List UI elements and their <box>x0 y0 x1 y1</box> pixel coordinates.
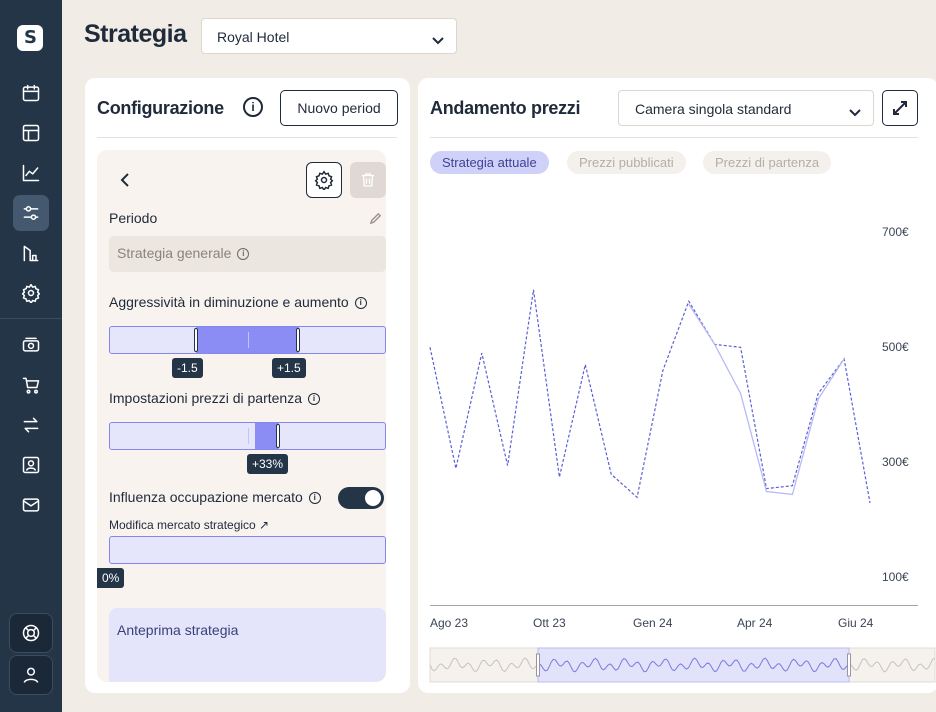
page-title: Strategia <box>84 20 187 48</box>
new-period-button[interactable]: Nuovo period <box>280 90 398 126</box>
slider-handle[interactable] <box>276 424 280 448</box>
slider-center-tick <box>248 332 249 348</box>
info-icon[interactable]: i <box>237 248 250 261</box>
aggressiveness-min-tag: -1.5 <box>172 358 203 378</box>
market-label: Influenza occupazione mercato i <box>109 489 321 505</box>
config-title: Configurazione <box>97 98 224 118</box>
slider-center-tick <box>248 428 249 444</box>
brush-handle-start[interactable] <box>536 653 540 677</box>
brush-handle-end[interactable] <box>847 653 851 677</box>
delete-button[interactable] <box>350 162 386 198</box>
chart-line-icon[interactable] <box>13 155 49 191</box>
info-icon[interactable]: i <box>308 393 320 406</box>
trash-icon <box>362 173 374 187</box>
lifebuoy-icon[interactable] <box>9 613 53 653</box>
cash-icon[interactable] <box>13 327 49 363</box>
strategy-field-value: Strategia generale <box>117 245 232 261</box>
edit-market-link[interactable]: Modifica mercato strategico ↗ <box>109 518 269 532</box>
info-icon[interactable]: i <box>243 97 263 117</box>
sidebar: S <box>0 0 62 712</box>
calendar-icon[interactable] <box>13 75 49 111</box>
preview-label: Anteprima strategia <box>117 622 239 638</box>
price-chart-panel: Andamento prezzi Camera singola standard… <box>418 78 936 693</box>
timeline-brush[interactable] <box>418 78 936 693</box>
swap-icon[interactable] <box>13 407 49 443</box>
strategy-preview: Anteprima strategia <box>109 608 386 682</box>
aggressiveness-slider[interactable] <box>109 326 386 354</box>
start-price-tag: +33% <box>247 454 289 474</box>
period-label: Periodo <box>109 210 158 226</box>
hotel-select[interactable]: Royal Hotel <box>201 18 457 54</box>
aggressiveness-label-text: Aggressività in diminuzione e aumento <box>109 294 349 310</box>
gear-icon <box>314 170 334 190</box>
info-icon[interactable]: i <box>354 297 367 310</box>
chevron-down-icon <box>432 32 444 45</box>
configuration-panel: Configurazione i Nuovo period Periodo St… <box>85 78 410 693</box>
hotel-select-value: Royal Hotel <box>217 29 290 45</box>
start-price-slider[interactable] <box>109 422 386 450</box>
building-chart-icon[interactable] <box>13 235 49 271</box>
market-toggle[interactable] <box>338 487 384 509</box>
pencil-icon[interactable] <box>369 212 382 230</box>
layout-icon[interactable] <box>13 115 49 151</box>
strategy-field[interactable]: Strategia generale i <box>109 236 386 272</box>
slider-handle-max[interactable] <box>296 328 300 352</box>
user-icon[interactable] <box>9 655 53 695</box>
aggressiveness-max-tag: +1.5 <box>272 358 306 378</box>
mail-icon[interactable] <box>13 487 49 523</box>
sliders-icon[interactable] <box>13 195 49 231</box>
cart-icon[interactable] <box>13 367 49 403</box>
divider <box>97 137 397 138</box>
aggressiveness-label: Aggressività in diminuzione e aumento i <box>109 294 367 310</box>
market-label-text: Influenza occupazione mercato <box>109 489 303 505</box>
user-card-icon[interactable] <box>13 447 49 483</box>
sidebar-divider <box>0 318 62 319</box>
market-slider[interactable] <box>109 536 386 564</box>
settings-button[interactable] <box>306 162 342 198</box>
app-logo[interactable]: S <box>17 25 43 51</box>
market-value-tag: 0% <box>97 568 125 588</box>
gear-icon[interactable] <box>13 275 49 311</box>
back-arrow-icon[interactable] <box>119 172 131 193</box>
start-price-label-text: Impostazioni prezzi di partenza <box>109 390 302 406</box>
start-price-label: Impostazioni prezzi di partenza i <box>109 390 320 406</box>
slider-handle-min[interactable] <box>194 328 198 352</box>
info-icon[interactable]: i <box>308 492 321 505</box>
period-editor: Periodo Strategia generale i Aggressività… <box>97 150 386 682</box>
